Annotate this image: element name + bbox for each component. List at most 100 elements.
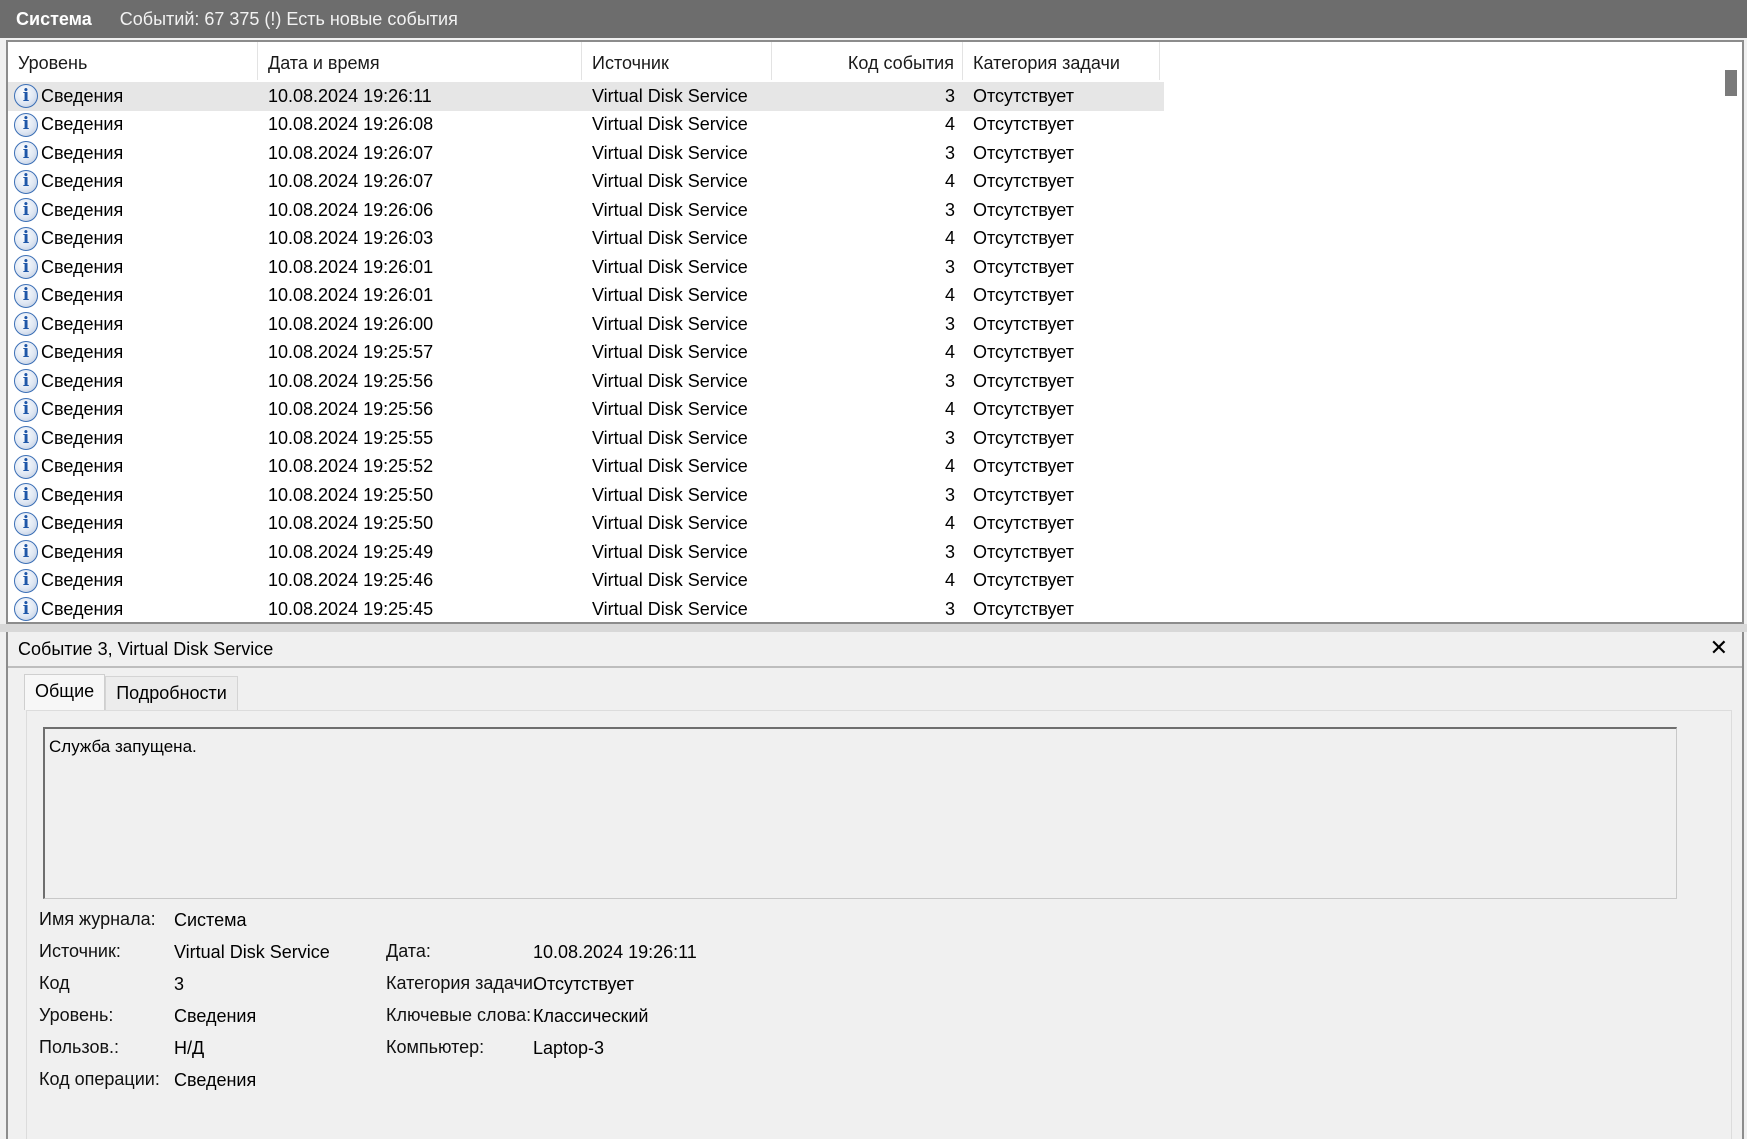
info-icon: i xyxy=(14,84,38,109)
event-details-title: Событие 3, Virtual Disk Service xyxy=(18,638,274,659)
level-cell: i Сведения xyxy=(8,198,258,223)
event-rows: i Сведения 10.08.2024 19:26:11 Virtual Disk… xyxy=(8,82,1168,624)
log-name-value: Система xyxy=(174,910,247,930)
table-row[interactable]: i Сведения 10.08.2024 19:26:01 Virtual Disk… xyxy=(8,282,1168,311)
task-category-cell: Отсутствует xyxy=(973,513,1074,534)
event-code-cell: 4 xyxy=(944,513,955,534)
info-icon: i xyxy=(14,283,38,308)
scrollbar-thumb[interactable] xyxy=(1725,70,1737,96)
date-cell: 10.08.2024 19:25:50 xyxy=(268,484,434,505)
level-text: Сведения xyxy=(41,370,124,391)
source-cell: Virtual Disk Service xyxy=(592,285,748,306)
table-row[interactable]: i Сведения 10.08.2024 19:25:56 Virtual Disk… xyxy=(8,367,1168,396)
level-text: Сведения xyxy=(41,171,124,192)
info-icon: i xyxy=(14,255,38,280)
source-cell: Virtual Disk Service xyxy=(592,370,748,391)
table-row[interactable]: i Сведения 10.08.2024 19:25:50 Virtual Disk… xyxy=(8,510,1168,539)
date-cell: 10.08.2024 19:26:07 xyxy=(268,171,434,192)
table-row[interactable]: i Сведения 10.08.2024 19:26:03 Virtual Disk… xyxy=(8,225,1168,254)
task-category-cell: Отсутствует xyxy=(973,171,1074,192)
level-cell: i Сведения xyxy=(8,283,258,308)
table-row[interactable]: i Сведения 10.08.2024 19:26:00 Virtual Disk… xyxy=(8,310,1168,339)
table-row[interactable]: i Сведения 10.08.2024 19:25:46 Virtual Disk… xyxy=(8,567,1168,596)
date-cell: 10.08.2024 19:25:55 xyxy=(268,427,434,448)
code-label: Код xyxy=(39,973,70,993)
task-category-cell: Отсутствует xyxy=(973,114,1074,135)
details-tabs: Общие Подробности xyxy=(24,674,238,710)
event-code-cell: 3 xyxy=(944,541,955,562)
column-header-source[interactable]: Источник xyxy=(582,42,772,80)
source-cell: Virtual Disk Service xyxy=(592,171,748,192)
table-row[interactable]: i Сведения 10.08.2024 19:25:50 Virtual Disk… xyxy=(8,481,1168,510)
event-list[interactable]: Уровень Дата и время Источник Код событи… xyxy=(6,40,1744,624)
column-header-task-category[interactable]: Категория задачи xyxy=(963,42,1160,80)
level-text: Сведения xyxy=(41,570,124,591)
source-cell: Virtual Disk Service xyxy=(592,342,748,363)
level-cell: i Сведения xyxy=(8,511,258,536)
level-text: Сведения xyxy=(41,199,124,220)
source-cell: Virtual Disk Service xyxy=(592,513,748,534)
table-row[interactable]: i Сведения 10.08.2024 19:25:56 Virtual Disk… xyxy=(8,396,1168,425)
table-row[interactable]: i Сведения 10.08.2024 19:26:07 Virtual Disk… xyxy=(8,168,1168,197)
info-icon: i xyxy=(14,340,38,365)
level-text: Сведения xyxy=(41,427,124,448)
table-row[interactable]: i Сведения 10.08.2024 19:25:55 Virtual Disk… xyxy=(8,424,1168,453)
date-cell: 10.08.2024 19:26:11 xyxy=(268,85,432,106)
column-header-date[interactable]: Дата и время xyxy=(258,42,582,80)
column-header-event-code[interactable]: Код события xyxy=(772,42,963,80)
source-label: Источник: xyxy=(39,941,121,961)
info-icon: i xyxy=(14,226,38,251)
event-code-cell: 3 xyxy=(944,199,955,220)
source-cell: Virtual Disk Service xyxy=(592,427,748,448)
level-text: Сведения xyxy=(41,513,124,534)
tab-general[interactable]: Общие xyxy=(24,674,106,710)
date-cell: 10.08.2024 19:25:52 xyxy=(268,456,434,477)
task-category-cell: Отсутствует xyxy=(973,342,1074,363)
info-icon: i xyxy=(14,397,38,422)
table-row[interactable]: i Сведения 10.08.2024 19:25:45 Virtual Disk… xyxy=(8,595,1168,624)
code-value: 3 xyxy=(174,974,185,994)
table-row[interactable]: i Сведения 10.08.2024 19:25:49 Virtual Disk… xyxy=(8,538,1168,567)
event-code-cell: 3 xyxy=(944,85,955,106)
event-list-scrollbar[interactable] xyxy=(1720,42,1742,622)
task-category-cell: Отсутствует xyxy=(973,456,1074,477)
level-text: Сведения xyxy=(41,541,124,562)
table-row[interactable]: i Сведения 10.08.2024 19:25:57 Virtual Disk… xyxy=(8,339,1168,368)
table-row[interactable]: i Сведения 10.08.2024 19:26:06 Virtual Disk… xyxy=(8,196,1168,225)
event-code-cell: 4 xyxy=(944,399,955,420)
source-cell: Virtual Disk Service xyxy=(592,313,748,334)
date-cell: 10.08.2024 19:26:06 xyxy=(268,199,434,220)
keywords-value: Классический xyxy=(533,1006,649,1026)
table-row[interactable]: i Сведения 10.08.2024 19:26:08 Virtual Disk… xyxy=(8,111,1168,140)
level-text: Сведения xyxy=(41,484,124,505)
pane-splitter[interactable] xyxy=(0,624,1747,632)
level-text: Сведения xyxy=(41,114,124,135)
table-row[interactable]: i Сведения 10.08.2024 19:26:07 Virtual Disk… xyxy=(8,139,1168,168)
column-header-level[interactable]: Уровень xyxy=(8,42,258,80)
event-description[interactable]: Служба запущена. xyxy=(43,727,1677,899)
table-row[interactable]: i Сведения 10.08.2024 19:25:52 Virtual Disk… xyxy=(8,453,1168,482)
keywords-label: Ключевые слова: xyxy=(386,1005,532,1025)
task-category-label: Категория задачи: xyxy=(386,973,538,993)
level-cell: i Сведения xyxy=(8,84,258,109)
computer-label: Компьютер: xyxy=(386,1037,485,1057)
source-cell: Virtual Disk Service xyxy=(592,570,748,591)
date-cell: 10.08.2024 19:26:03 xyxy=(268,228,434,249)
info-icon: i xyxy=(14,568,38,593)
source-cell: Virtual Disk Service xyxy=(592,114,748,135)
level-cell: i Сведения xyxy=(8,340,258,365)
level-cell: i Сведения xyxy=(8,483,258,508)
close-icon[interactable]: ✕ xyxy=(1710,638,1728,660)
level-text: Сведения xyxy=(41,598,124,619)
table-row[interactable]: i Сведения 10.08.2024 19:26:11 Virtual Disk… xyxy=(8,82,1164,111)
event-details-pane: Событие 3, Virtual Disk Service ✕ Общие … xyxy=(6,632,1744,1139)
level-cell: i Сведения xyxy=(8,454,258,479)
tab-details[interactable]: Подробности xyxy=(105,676,238,710)
task-category-cell: Отсутствует xyxy=(973,199,1074,220)
source-cell: Virtual Disk Service xyxy=(592,228,748,249)
table-row[interactable]: i Сведения 10.08.2024 19:26:01 Virtual Disk… xyxy=(8,253,1168,282)
event-details-header: Событие 3, Virtual Disk Service ✕ xyxy=(8,632,1742,668)
level-value: Сведения xyxy=(174,1006,257,1026)
event-code-cell: 4 xyxy=(944,114,955,135)
source-cell: Virtual Disk Service xyxy=(592,199,748,220)
